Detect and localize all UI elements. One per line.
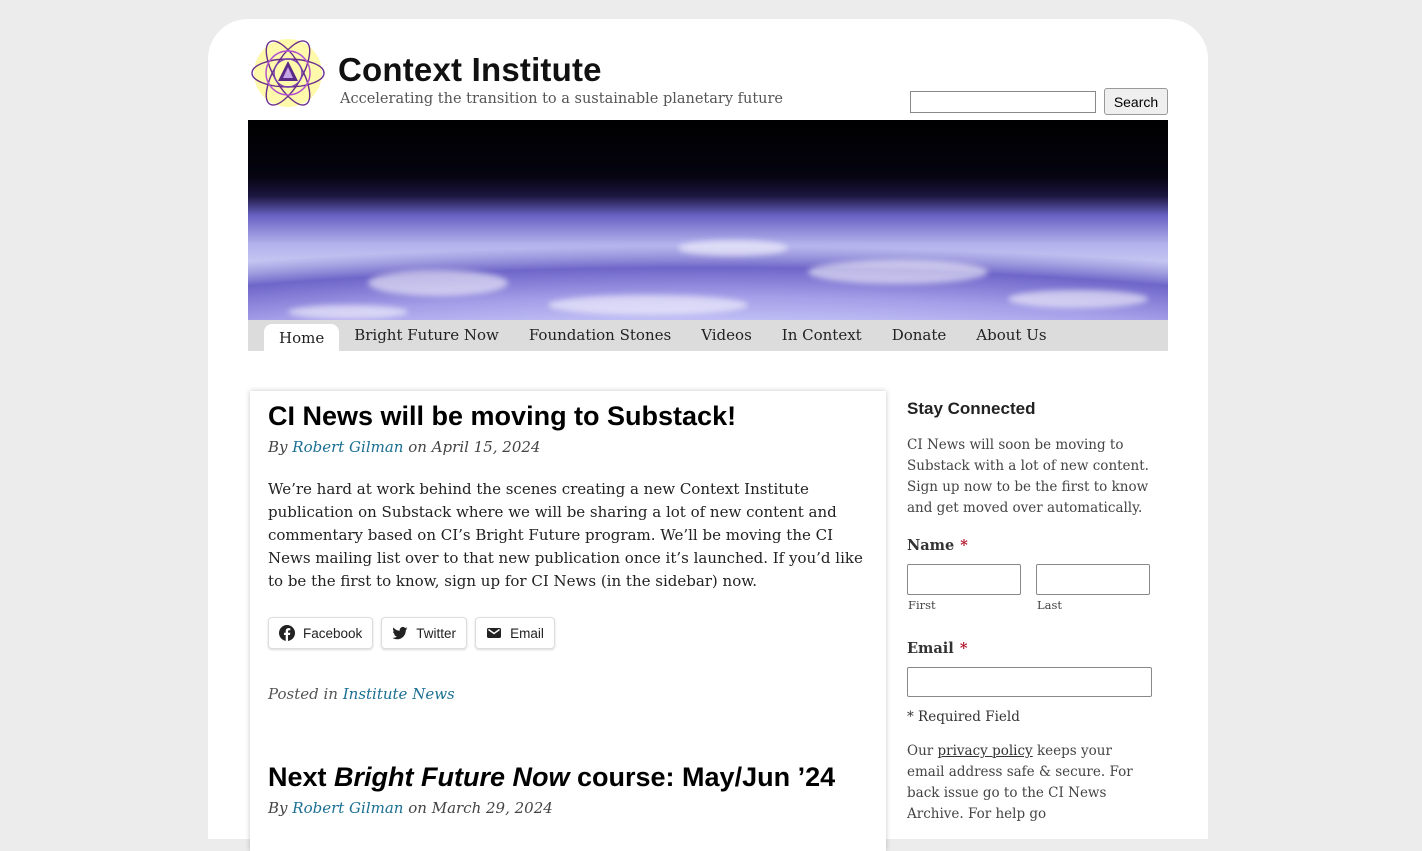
site-header: Context Institute Accelerating the trans…	[248, 33, 1168, 120]
privacy-note: Our privacy policy keeps your email addr…	[907, 741, 1152, 825]
privacy-pre: Our	[907, 743, 938, 759]
posts-column: CI News will be moving to Substack! By R…	[250, 391, 886, 851]
page-container: Context Institute Accelerating the trans…	[208, 19, 1208, 851]
site-title[interactable]: Context Institute	[338, 51, 602, 89]
email-label-text: Email	[907, 640, 954, 657]
nav-item-foundation-stones[interactable]: Foundation Stones	[514, 320, 686, 351]
share-email-button[interactable]: Email	[475, 617, 555, 649]
first-name-sublabel: First	[908, 598, 936, 612]
share-email-label: Email	[510, 625, 544, 641]
required-asterisk: *	[960, 537, 968, 554]
nav-item-home[interactable]: Home	[264, 324, 340, 351]
post-date: on April 15, 2024	[408, 438, 541, 456]
post-body: We’re hard at work behind the scenes cre…	[268, 480, 863, 590]
byline-by: By	[268, 438, 288, 456]
nav-item-videos[interactable]: Videos	[686, 320, 767, 351]
share-twitter-label: Twitter	[416, 625, 457, 641]
title-prefix: Next	[268, 762, 335, 792]
earth-horizon-banner	[248, 120, 1168, 320]
last-name-sublabel: Last	[1037, 598, 1063, 612]
email-input[interactable]	[907, 667, 1152, 697]
nav-item-donate[interactable]: Donate	[877, 320, 962, 351]
facebook-icon	[279, 625, 295, 641]
category-link[interactable]: Institute News	[343, 685, 455, 703]
first-name-input[interactable]	[907, 564, 1021, 595]
twitter-icon	[392, 627, 408, 640]
nav-item-in-context[interactable]: In Context	[767, 320, 877, 351]
post-title[interactable]: CI News will be moving to Substack!	[268, 400, 868, 432]
title-suffix: course: May/Jun ’24	[569, 762, 836, 792]
name-label: Name *	[907, 537, 1167, 554]
email-label: Email *	[907, 640, 1167, 657]
name-fields: First Last	[907, 564, 1167, 612]
post-byline: By Robert Gilman on April 15, 2024	[268, 438, 868, 456]
share-buttons: Facebook Twitter Email	[268, 617, 868, 649]
sidebar: Stay Connected CI News will soon be movi…	[907, 399, 1167, 825]
name-label-text: Name	[907, 537, 955, 554]
posted-in-label: Posted in	[268, 685, 338, 703]
main-navigation: Home Bright Future Now Foundation Stones…	[248, 320, 1168, 351]
last-name-group: Last	[1036, 564, 1150, 612]
author-link-2[interactable]: Robert Gilman	[292, 799, 403, 817]
author-link[interactable]: Robert Gilman	[292, 438, 403, 456]
post-date-2: on March 29, 2024	[408, 799, 553, 817]
context-institute-logo[interactable]	[248, 33, 328, 113]
last-name-input[interactable]	[1036, 564, 1150, 595]
share-facebook-label: Facebook	[303, 625, 363, 641]
site-tagline: Accelerating the transition to a sustain…	[340, 91, 784, 107]
search-button[interactable]: Search	[1104, 88, 1168, 115]
title-emphasis: Bright Future Now	[334, 762, 570, 792]
post-title-2[interactable]: Next Bright Future Now course: May/Jun ’…	[268, 761, 868, 793]
share-facebook-button[interactable]: Facebook	[268, 617, 374, 649]
privacy-policy-link[interactable]: privacy policy	[938, 743, 1033, 759]
required-asterisk-email: *	[959, 640, 968, 657]
share-twitter-button[interactable]: Twitter	[381, 617, 468, 649]
search-input[interactable]	[910, 91, 1096, 113]
first-name-group: First	[907, 564, 1021, 612]
post-category: Posted in Institute News	[268, 685, 868, 703]
email-icon	[487, 628, 502, 638]
sidebar-intro: CI News will soon be moving to Substack …	[907, 437, 1149, 516]
sidebar-title: Stay Connected	[907, 399, 1036, 418]
nav-item-bright-future-now[interactable]: Bright Future Now	[339, 320, 514, 351]
nav-item-about-us[interactable]: About Us	[961, 320, 1061, 351]
post-article: CI News will be moving to Substack! By R…	[268, 400, 868, 703]
required-field-note: * Required Field	[907, 709, 1020, 725]
post-byline-2: By Robert Gilman on March 29, 2024	[268, 799, 868, 817]
byline-by-2: By	[268, 799, 288, 817]
